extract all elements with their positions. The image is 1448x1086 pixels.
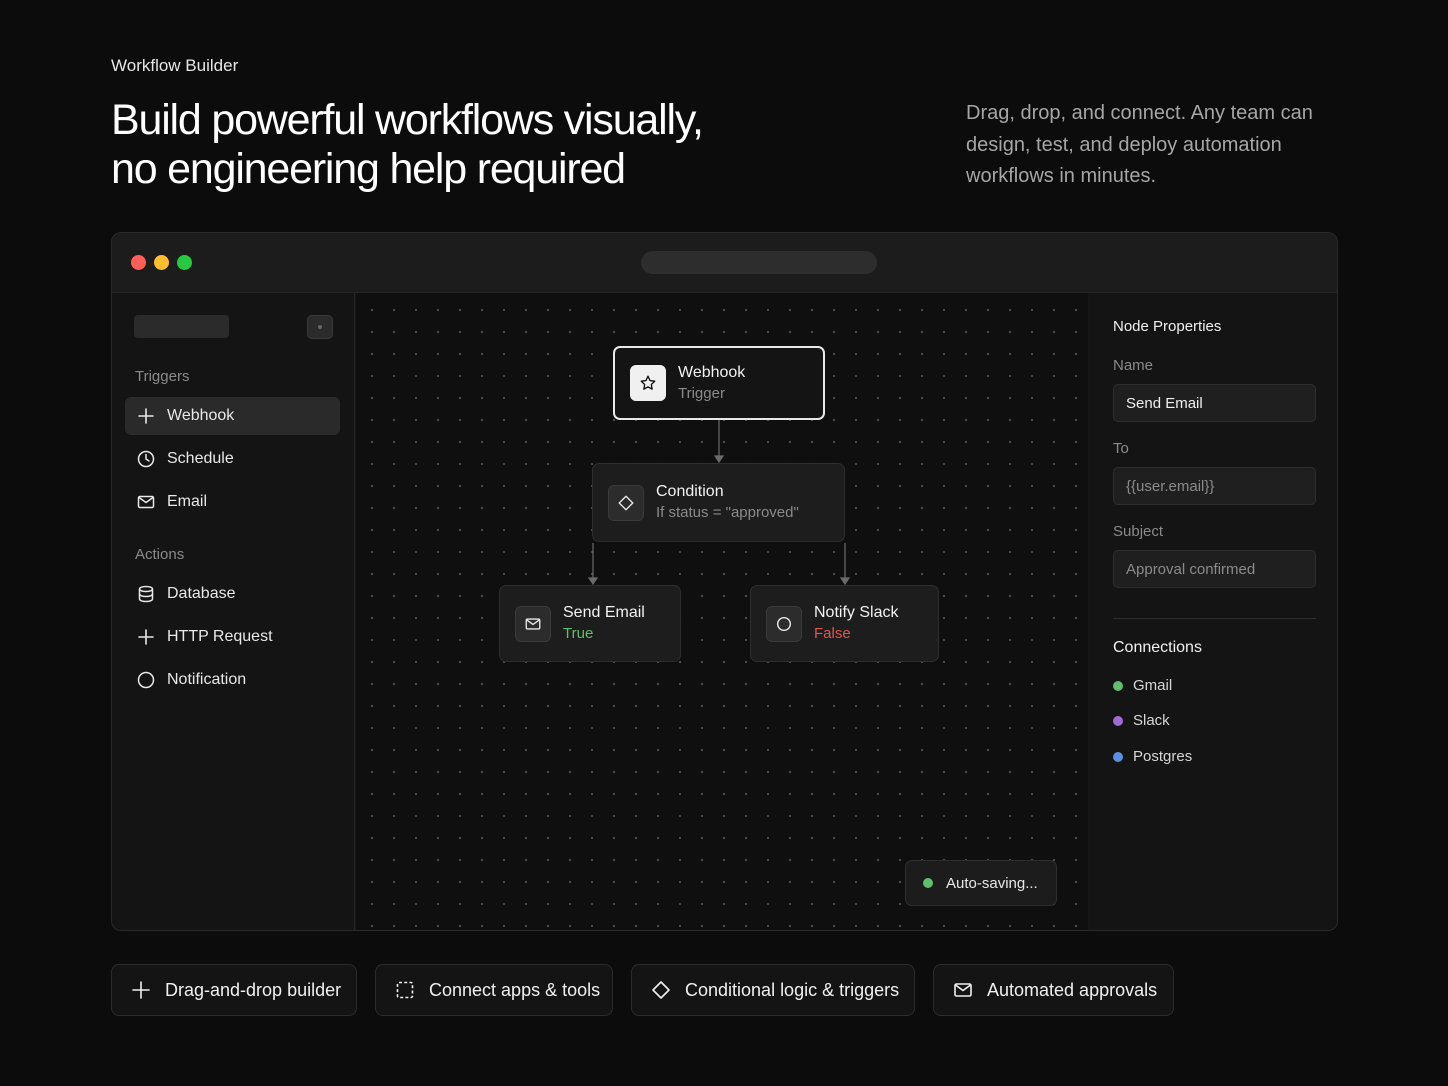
sidebar-item-schedule[interactable]: Schedule bbox=[125, 440, 340, 478]
node-properties-panel: Node Properties Name Send Email To {{use… bbox=[1089, 293, 1337, 930]
feature-label: Conditional logic & triggers bbox=[685, 979, 900, 1000]
sidebar-section-triggers: Triggers bbox=[135, 368, 190, 385]
node-subtitle: If status = "approved" bbox=[656, 504, 799, 521]
sidebar-item-email[interactable]: Email bbox=[125, 483, 340, 521]
plus-icon bbox=[136, 406, 156, 426]
hero-description: Drag, drop, and connect. Any team can de… bbox=[966, 102, 1313, 187]
sidebar-item-webhook[interactable]: Webhook bbox=[125, 397, 340, 435]
star-icon bbox=[630, 365, 666, 401]
node-title: Send Email bbox=[563, 604, 645, 621]
sidebar-item-label: Notification bbox=[167, 671, 247, 688]
sidebar-item-label: Schedule bbox=[167, 450, 234, 467]
connection-label: Slack bbox=[1133, 712, 1170, 729]
address-bar[interactable] bbox=[641, 251, 877, 274]
maximize-window-button[interactable] bbox=[177, 255, 192, 270]
node-branch-false: False bbox=[814, 625, 851, 642]
to-field[interactable]: {{user.email}} bbox=[1113, 467, 1316, 505]
feature-connect-apps: Connect apps & tools bbox=[375, 964, 613, 1016]
circle-icon bbox=[766, 605, 802, 642]
node-branch-true: True bbox=[563, 625, 594, 642]
window-titlebar bbox=[112, 233, 1337, 293]
plus-icon bbox=[130, 979, 152, 1001]
sidebar-item-http-request[interactable]: HTTP Request bbox=[125, 618, 340, 656]
headline-line-1: Build powerful workflows visually, bbox=[111, 96, 704, 144]
autosave-status: Auto-saving... bbox=[905, 860, 1057, 906]
sidebar-options-button[interactable] bbox=[307, 315, 333, 339]
node-subtitle: Trigger bbox=[678, 384, 725, 402]
sidebar-item-database[interactable]: Database bbox=[125, 575, 340, 613]
sidebar-item-label: Webhook bbox=[167, 407, 235, 424]
headline-line-2: no engineering help required bbox=[111, 145, 626, 193]
plus-icon bbox=[136, 627, 156, 647]
node-title: Webhook bbox=[678, 363, 746, 381]
sidebar-item-label: HTTP Request bbox=[167, 628, 273, 645]
mail-icon bbox=[515, 605, 551, 642]
mail-icon bbox=[952, 979, 974, 1001]
sidebar-item-label: Database bbox=[167, 585, 236, 602]
status-dot bbox=[1113, 715, 1123, 726]
diamond-icon bbox=[608, 484, 644, 521]
workflow-canvas[interactable]: Webhook Trigger Condition If status = "a… bbox=[356, 293, 1088, 930]
subject-label: Subject bbox=[1113, 523, 1164, 540]
node-title: Condition bbox=[656, 483, 724, 500]
node-webhook[interactable]: Webhook Trigger bbox=[613, 346, 825, 420]
sidebar-item-label: Email bbox=[167, 493, 208, 510]
subject-field[interactable]: Approval confirmed bbox=[1113, 550, 1316, 588]
name-label: Name bbox=[1113, 357, 1154, 374]
status-dot bbox=[1113, 751, 1123, 762]
circle-icon bbox=[136, 670, 156, 690]
node-title: Notify Slack bbox=[814, 604, 899, 621]
feature-conditional-logic: Conditional logic & triggers bbox=[631, 964, 915, 1016]
connection-label: Gmail bbox=[1133, 677, 1173, 694]
feature-automated-approvals: Automated approvals bbox=[933, 964, 1174, 1016]
node-condition[interactable]: Condition If status = "approved" bbox=[592, 463, 845, 542]
clock-icon bbox=[136, 449, 156, 469]
name-field[interactable]: Send Email bbox=[1113, 384, 1316, 422]
panel-divider bbox=[1113, 618, 1316, 619]
feature-label: Drag-and-drop builder bbox=[165, 979, 342, 1000]
sidebar-search-input[interactable] bbox=[134, 315, 229, 338]
app-window: Triggers Webhook Schedule Email Actions … bbox=[111, 232, 1338, 931]
feature-drag-and-drop: Drag-and-drop builder bbox=[111, 964, 357, 1016]
connections-title: Connections bbox=[1113, 639, 1202, 656]
status-dot bbox=[923, 878, 933, 888]
node-send-email[interactable]: Send Email True bbox=[499, 585, 681, 662]
sidebar-item-notification[interactable]: Notification bbox=[125, 661, 340, 699]
panel-title: Node Properties bbox=[1113, 318, 1222, 335]
connection-label: Postgres bbox=[1133, 748, 1193, 765]
node-library-sidebar: Triggers Webhook Schedule Email Actions … bbox=[112, 293, 355, 930]
autosave-label: Auto-saving... bbox=[946, 874, 1038, 892]
connection-slack[interactable]: Slack bbox=[1113, 712, 1170, 729]
sidebar-section-actions: Actions bbox=[135, 546, 185, 563]
connection-gmail[interactable]: Gmail bbox=[1113, 677, 1172, 694]
close-window-button[interactable] bbox=[131, 255, 146, 270]
database-icon bbox=[136, 584, 156, 604]
mail-icon bbox=[136, 492, 156, 512]
eyebrow-label: Workflow Builder bbox=[111, 56, 239, 75]
feature-label: Automated approvals bbox=[987, 979, 1158, 1000]
node-notify-slack[interactable]: Notify Slack False bbox=[750, 585, 939, 662]
frame-icon bbox=[394, 979, 416, 1001]
minimize-window-button[interactable] bbox=[154, 255, 169, 270]
status-dot bbox=[1113, 680, 1123, 691]
diamond-icon bbox=[650, 979, 672, 1001]
to-label: To bbox=[1113, 440, 1129, 457]
connection-postgres[interactable]: Postgres bbox=[1113, 748, 1192, 765]
feature-label: Connect apps & tools bbox=[429, 979, 601, 1000]
page-headline: Build powerful workflows visually, no en… bbox=[111, 96, 811, 194]
